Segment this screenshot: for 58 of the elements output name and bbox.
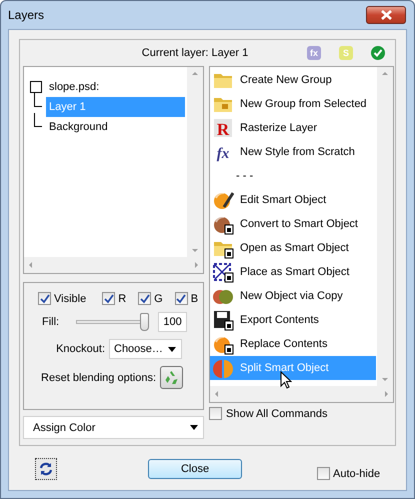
- recycle-icon: [163, 369, 180, 386]
- check-icon: [371, 46, 385, 60]
- current-layer-label: Current layer: Layer 1: [142, 47, 248, 59]
- checkbox-label: Show All Commands: [226, 408, 328, 420]
- layer-item[interactable]: Background: [46, 117, 108, 137]
- close-dialog-button[interactable]: Close: [148, 459, 242, 479]
- close-button[interactable]: [366, 6, 406, 24]
- checkbox[interactable]: [209, 407, 222, 420]
- fill-label: Fill:: [42, 316, 60, 328]
- checkbox[interactable]: [317, 467, 330, 480]
- style-badge: fx: [307, 46, 321, 60]
- checkbox-label: R: [118, 292, 126, 304]
- caret-icon: [168, 346, 176, 352]
- knockout-label: Knockout:: [56, 343, 105, 355]
- refresh-icon: [38, 461, 54, 477]
- checkbox[interactable]: [38, 292, 51, 305]
- checkbox-label: B: [190, 292, 198, 304]
- layer-item[interactable]: slope.psd:: [46, 77, 100, 97]
- fruit-brush-icon: [212, 189, 234, 211]
- separator-item: - - -: [235, 169, 254, 184]
- reset-button[interactable]: [160, 366, 183, 389]
- assign-color-dropdown[interactable]: Assign Color: [23, 416, 204, 439]
- command-item[interactable]: Open as Smart Object: [210, 236, 376, 260]
- place-icon: [212, 261, 234, 283]
- fill-field[interactable]: 100: [158, 312, 188, 332]
- command-item[interactable]: Create New Group: [210, 68, 376, 92]
- knockout-dropdown[interactable]: Choose…: [109, 339, 182, 359]
- reset-label: Reset blending options:: [41, 372, 156, 384]
- vertical-scrollbar[interactable]: [377, 67, 393, 386]
- command-item[interactable]: Convert to Smart Object: [210, 212, 376, 236]
- close-icon: [380, 10, 392, 20]
- command-item[interactable]: Edit Smart Object: [210, 188, 376, 212]
- command-item[interactable]: New Object via Copy: [210, 284, 376, 308]
- checkbox-label: Auto-hide: [333, 468, 380, 480]
- slider-thumb[interactable]: [140, 313, 150, 331]
- horizontal-scrollbar[interactable]: [24, 257, 203, 273]
- raster-icon: R: [212, 117, 234, 139]
- checkbox[interactable]: [102, 292, 116, 305]
- command-item[interactable]: R Rasterize Layer: [210, 116, 376, 140]
- command-item[interactable]: Place as Smart Object: [210, 260, 376, 284]
- checkbox-label: G: [154, 292, 163, 304]
- floppy-icon: [212, 309, 234, 331]
- split-fruit-icon: [212, 357, 234, 379]
- cursor-icon: [280, 371, 292, 389]
- command-item[interactable]: fx New Style from Scratch: [210, 140, 376, 164]
- style-icon: fx: [212, 141, 234, 163]
- checkbox[interactable]: [174, 292, 188, 305]
- refresh-button[interactable]: [35, 458, 57, 480]
- window-title: Layers: [8, 8, 44, 22]
- horizontal-scrollbar[interactable]: [210, 386, 393, 402]
- command-item[interactable]: New Group from Selected: [210, 92, 376, 116]
- command-item[interactable]: Replace Contents: [210, 332, 376, 356]
- checkbox-label: Visible: [54, 292, 86, 304]
- caret-icon: [190, 425, 198, 430]
- vertical-scrollbar[interactable]: [187, 67, 203, 257]
- command-item[interactable]: Export Contents: [210, 308, 376, 332]
- style-badge: S: [339, 46, 353, 60]
- checkbox[interactable]: [138, 292, 152, 305]
